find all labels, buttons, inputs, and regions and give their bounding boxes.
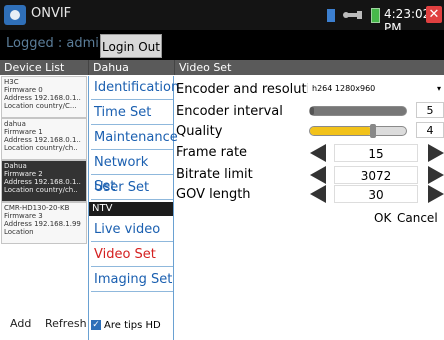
slider-fill (310, 127, 372, 135)
status-bar: ONVIF 4:23:02 PM ✕ (0, 0, 444, 35)
gov-length-label: GOV length (176, 187, 251, 202)
ntv-section-header: NTV (89, 202, 173, 216)
menu-item-imaging-set[interactable]: Imaging Set (91, 268, 173, 292)
quality-slider[interactable] (309, 124, 407, 138)
decrement-arrow-icon[interactable] (310, 166, 326, 184)
device-item[interactable]: dahua Firmware 1 Address 192.168.0.1.. L… (1, 118, 87, 160)
checkmark-icon: ✓ (91, 320, 101, 330)
device-address: Address 192.168.0.1.. (4, 178, 81, 186)
logged-in-user: Logged : admin (6, 36, 108, 51)
chevron-down-icon: ▾ (436, 84, 441, 93)
increment-arrow-icon[interactable] (428, 144, 444, 162)
bitrate-limit-stepper: 3072 (308, 166, 444, 184)
tips-label: Are tips HD (104, 320, 161, 331)
device-list: H3C Firmware 0 Address 192.168.0.1.. Loc… (0, 76, 88, 328)
frame-rate-label: Frame rate (176, 145, 248, 160)
device-firmware: Firmware 3 (4, 212, 43, 220)
device-address: Address 192.168.1.99 (4, 220, 81, 228)
encoder-resolution-select[interactable]: h264 1280x960 ▾ (308, 80, 444, 98)
encoder-interval-label: Encoder interval (176, 104, 283, 119)
device-location: Location country/ch.. (4, 144, 78, 152)
encoder-interval-value: 5 (416, 102, 444, 118)
battery-icon (371, 8, 380, 23)
quality-value: 4 (416, 122, 444, 138)
frame-rate-value[interactable]: 15 (334, 144, 418, 162)
decrement-arrow-icon[interactable] (310, 144, 326, 162)
slider-fill (310, 107, 314, 115)
frame-rate-stepper: 15 (308, 144, 444, 162)
device-firmware: Firmware 2 (4, 170, 43, 178)
menu-item-network-set[interactable]: Network Set (91, 151, 173, 194)
device-location: Location (4, 228, 34, 236)
refresh-button[interactable]: Refresh (45, 317, 87, 330)
gov-length-value[interactable]: 30 (334, 185, 418, 203)
tips-checkbox[interactable]: ✓ Are tips HD (91, 320, 161, 331)
gov-length-stepper: 30 (308, 185, 444, 203)
device-item[interactable]: H3C Firmware 0 Address 192.168.0.1.. Loc… (1, 76, 87, 118)
decrement-arrow-icon[interactable] (310, 185, 326, 203)
app-title: ONVIF (31, 6, 72, 21)
menu-item-maintenance[interactable]: Maintenance (91, 126, 178, 150)
close-button[interactable]: ✕ (426, 6, 442, 23)
device-location: Location country/C... (4, 102, 77, 110)
device-name: Dahua (4, 162, 27, 170)
menu-item-identification[interactable]: Identification (91, 76, 179, 100)
increment-arrow-icon[interactable] (428, 185, 444, 203)
logout-button[interactable]: Login Out (100, 34, 162, 58)
cancel-button[interactable]: Cancel (397, 211, 438, 225)
device-name: H3C (4, 78, 19, 86)
menu-item-user-set[interactable]: User Set (91, 176, 173, 200)
device-firmware: Firmware 0 (4, 86, 43, 94)
device-address: Address 192.168.0.1.. (4, 94, 81, 102)
device-name: dahua (4, 120, 26, 128)
encoder-resolution-value: h264 1280x960 (312, 84, 376, 93)
encoder-resolution-label: Encoder and resolution (176, 82, 327, 97)
quality-label: Quality (176, 124, 223, 139)
device-firmware: Firmware 1 (4, 128, 43, 136)
add-button[interactable]: Add (10, 317, 31, 330)
bitrate-limit-label: Bitrate limit (176, 167, 253, 182)
top-bar: Logged : admin (0, 30, 444, 60)
menu-item-time-set[interactable]: Time Set (91, 101, 173, 125)
menu-item-live-video[interactable]: Live video (91, 218, 173, 242)
sd-card-icon (327, 9, 335, 22)
ok-button[interactable]: OK (374, 211, 391, 225)
section-header: Video Set (174, 60, 444, 75)
device-item-selected[interactable]: Dahua Firmware 2 Address 192.168.0.1.. L… (1, 160, 87, 202)
increment-arrow-icon[interactable] (428, 166, 444, 184)
bitrate-limit-value[interactable]: 3072 (334, 166, 418, 184)
device-item[interactable]: CMR-HD130-20-KB Firmware 3 Address 192.1… (1, 202, 87, 244)
usb-icon (343, 11, 362, 19)
encoder-interval-slider[interactable] (309, 106, 407, 116)
device-list-header: Device List (0, 60, 88, 75)
slider-thumb[interactable] (370, 124, 376, 138)
device-location: Location country/ch.. (4, 186, 78, 194)
device-address: Address 192.168.0.1.. (4, 136, 81, 144)
vendor-header: Dahua (88, 60, 174, 75)
onvif-app-icon (4, 5, 26, 25)
device-name: CMR-HD130-20-KB (4, 204, 70, 212)
menu-item-video-set[interactable]: Video Set (91, 243, 173, 267)
